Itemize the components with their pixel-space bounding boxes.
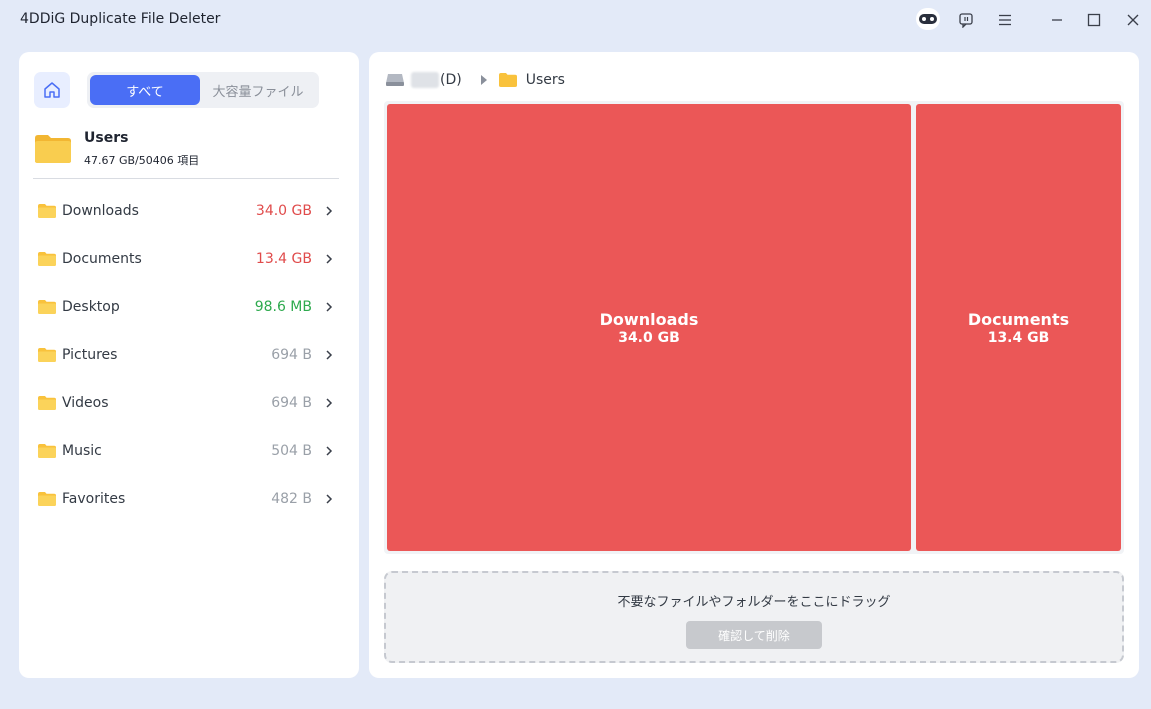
view-tabs: すべて 大容量ファイル bbox=[87, 72, 319, 108]
folder-row[interactable]: Desktop 98.6 MB bbox=[19, 284, 359, 332]
minimize-icon[interactable] bbox=[1039, 2, 1075, 38]
folder-icon bbox=[38, 492, 56, 506]
home-button[interactable] bbox=[34, 72, 70, 108]
folder-name: Music bbox=[62, 443, 102, 459]
divider bbox=[33, 178, 339, 179]
tab-all[interactable]: すべて bbox=[90, 75, 200, 105]
folder-size: 482 B bbox=[271, 491, 312, 507]
breadcrumb-folder[interactable]: Users bbox=[526, 72, 565, 88]
assistant-robot-icon[interactable] bbox=[916, 8, 940, 30]
folder-icon bbox=[38, 444, 56, 458]
chevron-right-icon[interactable] bbox=[323, 253, 335, 265]
folder-icon bbox=[38, 252, 56, 266]
root-folder-info: Users 47.67 GB/50406 項目 bbox=[34, 130, 344, 180]
tile-name: Documents bbox=[967, 309, 1070, 329]
drive-name-blurred bbox=[411, 72, 439, 88]
treemap-tile-documents[interactable]: Documents 13.4 GB bbox=[916, 104, 1121, 551]
chevron-right-icon[interactable] bbox=[323, 205, 335, 217]
drop-zone-text: 不要なファイルやフォルダーをここにドラッグ bbox=[617, 595, 891, 610]
folder-name: Favorites bbox=[62, 491, 126, 507]
chevron-right-icon[interactable] bbox=[323, 445, 335, 457]
folder-size: 694 B bbox=[271, 347, 312, 363]
folder-name: Pictures bbox=[62, 347, 118, 363]
folder-row[interactable]: Favorites 482 B bbox=[19, 476, 359, 524]
folder-row[interactable]: Music 504 B bbox=[19, 428, 359, 476]
chevron-right-icon[interactable] bbox=[323, 493, 335, 505]
folder-row[interactable]: Videos 694 B bbox=[19, 380, 359, 428]
folder-list: Downloads 34.0 GB Documents 13.4 GB Desktop 9… bbox=[19, 188, 359, 524]
folder-name: Videos bbox=[62, 395, 109, 411]
folder-name: Desktop bbox=[62, 299, 120, 315]
title-bar: 4DDiG Duplicate File Deleter bbox=[0, 0, 1151, 40]
feedback-icon[interactable] bbox=[948, 2, 984, 38]
folder-size: 13.4 GB bbox=[255, 251, 312, 267]
chevron-right-icon[interactable] bbox=[323, 397, 335, 409]
breadcrumb-drive[interactable]: (D) bbox=[440, 72, 462, 88]
tile-name: Downloads bbox=[599, 309, 699, 329]
confirm-delete-button[interactable]: 確認して削除 bbox=[686, 621, 822, 649]
chevron-right-icon[interactable] bbox=[323, 301, 335, 313]
folder-name: Downloads bbox=[62, 203, 139, 219]
folder-icon bbox=[35, 135, 71, 163]
breadcrumb: (D) Users bbox=[385, 70, 565, 90]
tile-size: 34.0 GB bbox=[618, 329, 680, 346]
treemap-panel: (D) Users Downloads 34.0 GB Documents 13… bbox=[369, 52, 1139, 678]
folder-row[interactable]: Documents 13.4 GB bbox=[19, 236, 359, 284]
folder-name: Documents bbox=[62, 251, 142, 267]
folder-icon bbox=[498, 73, 517, 87]
folder-icon bbox=[38, 204, 56, 218]
home-icon bbox=[44, 82, 60, 98]
drive-icon bbox=[386, 74, 404, 86]
folder-icon bbox=[38, 300, 56, 314]
app-title: 4DDiG Duplicate File Deleter bbox=[20, 11, 221, 27]
maximize-icon[interactable] bbox=[1076, 2, 1112, 38]
folder-icon bbox=[38, 396, 56, 410]
folder-size: 504 B bbox=[271, 443, 312, 459]
folder-sidebar: すべて 大容量ファイル Users 47.67 GB/50406 項目 Down… bbox=[19, 52, 359, 678]
menu-icon[interactable] bbox=[987, 2, 1023, 38]
folder-size: 694 B bbox=[271, 395, 312, 411]
folder-icon bbox=[38, 348, 56, 362]
tile-size: 13.4 GB bbox=[987, 329, 1050, 346]
close-icon[interactable] bbox=[1115, 2, 1151, 38]
treemap: Downloads 34.0 GB Documents 13.4 GB bbox=[384, 101, 1124, 554]
treemap-tile-downloads[interactable]: Downloads 34.0 GB bbox=[387, 104, 911, 551]
root-folder-name: Users bbox=[84, 130, 129, 146]
chevron-right-icon bbox=[480, 75, 487, 85]
root-folder-meta: 47.67 GB/50406 項目 bbox=[84, 154, 200, 167]
folder-row[interactable]: Pictures 694 B bbox=[19, 332, 359, 380]
drop-zone[interactable]: 不要なファイルやフォルダーをここにドラッグ 確認して削除 bbox=[384, 571, 1124, 663]
chevron-right-icon[interactable] bbox=[323, 349, 335, 361]
folder-row[interactable]: Downloads 34.0 GB bbox=[19, 188, 359, 236]
tab-large-files[interactable]: 大容量ファイル bbox=[200, 75, 316, 105]
folder-size: 34.0 GB bbox=[255, 203, 312, 219]
folder-size: 98.6 MB bbox=[254, 299, 312, 315]
